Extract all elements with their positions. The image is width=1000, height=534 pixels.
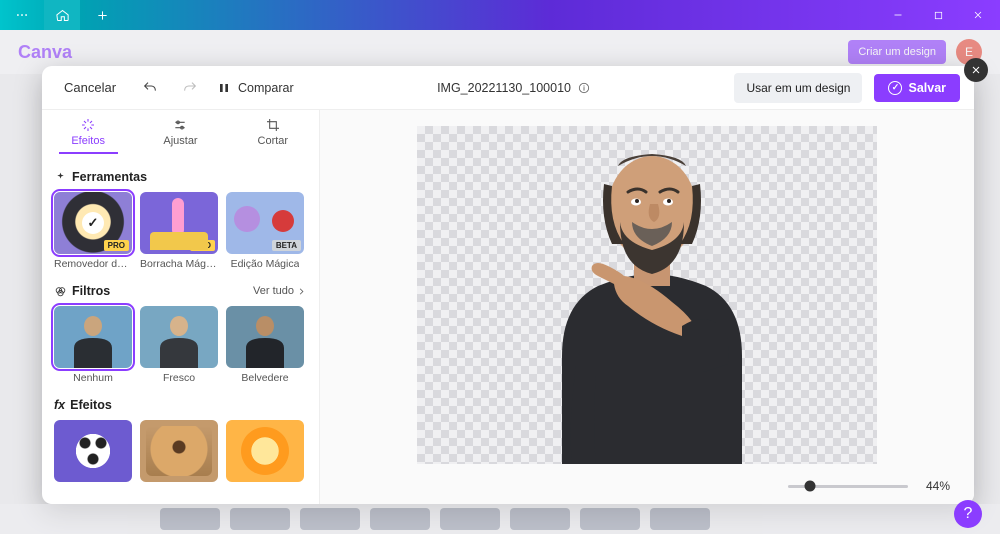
save-button[interactable]: Salvar [874,74,960,102]
tool-magic-edit-thumb: BETA [226,192,304,254]
tool-bg-remover-label: Removedor de ... [54,258,132,270]
pro-badge: PRO [190,240,215,251]
use-in-design-button[interactable]: Usar em um design [734,73,862,103]
tool-magic-eraser-thumb: PRO [140,192,218,254]
filters-row: Nenhum Fresco Belvedere [54,306,307,384]
filter-fresco-thumb [140,306,218,368]
modal-close-button[interactable] [964,58,988,82]
editor-side-panel: Efeitos Ajustar Cortar Ferramentas [42,110,320,504]
subject-image [532,126,772,464]
filters-see-all-button[interactable]: Ver tudo [253,285,307,297]
section-tools-header: Ferramentas [54,170,307,184]
compare-toggle[interactable]: Comparar [216,80,294,96]
editor-toolbar: Cancelar Comparar IMG_20221130_100010 Us… [42,66,974,110]
effect-item-3[interactable] [226,420,304,482]
chevron-right-icon [296,286,307,297]
filter-none-thumb [54,306,132,368]
crop-icon [265,117,281,133]
see-all-label: Ver tudo [253,285,294,297]
filter-belvedere[interactable]: Belvedere [226,306,304,384]
tool-magic-edit[interactable]: BETA Edição Mágica [226,192,304,270]
titlebar-menu-button[interactable] [4,0,40,30]
tool-bg-remover-thumb: PRO [54,192,132,254]
beta-badge: BETA [272,240,301,251]
effect-item-1-thumb [54,420,132,482]
tool-magic-edit-label: Edição Mágica [231,258,300,270]
window-minimize-button[interactable] [880,0,916,30]
zoom-controls: 44% [320,468,974,504]
titlebar-new-tab-button[interactable] [84,0,120,30]
filter-none[interactable]: Nenhum [54,306,132,384]
create-design-button[interactable]: Criar um design [848,40,946,64]
help-fab[interactable]: ? [954,500,982,528]
section-tools-title: Ferramentas [72,170,147,184]
info-icon[interactable] [577,81,591,95]
filter-belvedere-label: Belvedere [241,372,288,384]
filter-fresco[interactable]: Fresco [140,306,218,384]
effects-icon [80,117,96,133]
filter-belvedere-thumb [226,306,304,368]
tool-magic-eraser-label: Borracha Mágica [140,258,218,270]
tab-adjust-label: Ajustar [163,135,197,147]
filter-none-label: Nenhum [73,372,113,384]
section-filters-title: Filtros [72,284,110,298]
tab-crop-label: Cortar [258,135,289,147]
tab-adjust[interactable]: Ajustar [134,110,226,154]
effect-item-2-thumb [140,420,218,482]
filename-display: IMG_20221130_100010 [437,81,591,95]
zoom-percent: 44% [926,479,950,493]
canvas-stage[interactable] [320,110,974,468]
tools-row: PRO Removedor de ... PRO Borracha Mágica… [54,192,307,270]
transparent-canvas [417,126,877,464]
filters-icon [54,285,67,298]
filter-fresco-label: Fresco [163,372,195,384]
tab-effects-label: Efeitos [71,135,105,147]
effect-item-2[interactable] [140,420,218,482]
canvas-area: 44% [320,110,974,504]
compare-label: Comparar [238,81,294,95]
sparkles-icon [54,171,67,184]
cancel-button[interactable]: Cancelar [56,74,124,101]
app-titlebar [0,0,1000,30]
pro-badge: PRO [104,240,129,251]
background-footer [0,504,1000,534]
section-filters-header: Filtros Ver tudo [54,284,307,298]
titlebar-home-tab[interactable] [44,0,80,30]
section-effects-title: Efeitos [70,398,112,412]
panel-tabs: Efeitos Ajustar Cortar [42,110,319,154]
effects-row [54,420,307,482]
effect-item-1[interactable] [54,420,132,482]
window-close-button[interactable] [960,0,996,30]
photo-editor-modal: Cancelar Comparar IMG_20221130_100010 Us… [42,66,974,504]
adjust-icon [172,117,188,133]
redo-button[interactable] [176,74,204,102]
zoom-slider-knob[interactable] [804,481,815,492]
app-logo: Canva [18,42,72,63]
tab-effects[interactable]: Efeitos [42,110,134,154]
checkmark-icon [888,81,902,95]
tool-magic-eraser[interactable]: PRO Borracha Mágica [140,192,218,270]
filename-text: IMG_20221130_100010 [437,81,571,95]
effect-item-3-thumb [226,420,304,482]
panel-scroll-area[interactable]: Ferramentas PRO Removedor de ... PRO [42,154,319,504]
save-label: Salvar [908,81,946,95]
tool-bg-remover[interactable]: PRO Removedor de ... [54,192,132,270]
section-effects-header: fx Efeitos [54,398,307,412]
undo-button[interactable] [136,74,164,102]
tab-crop[interactable]: Cortar [227,110,319,154]
window-maximize-button[interactable] [920,0,956,30]
zoom-slider[interactable] [788,485,908,488]
